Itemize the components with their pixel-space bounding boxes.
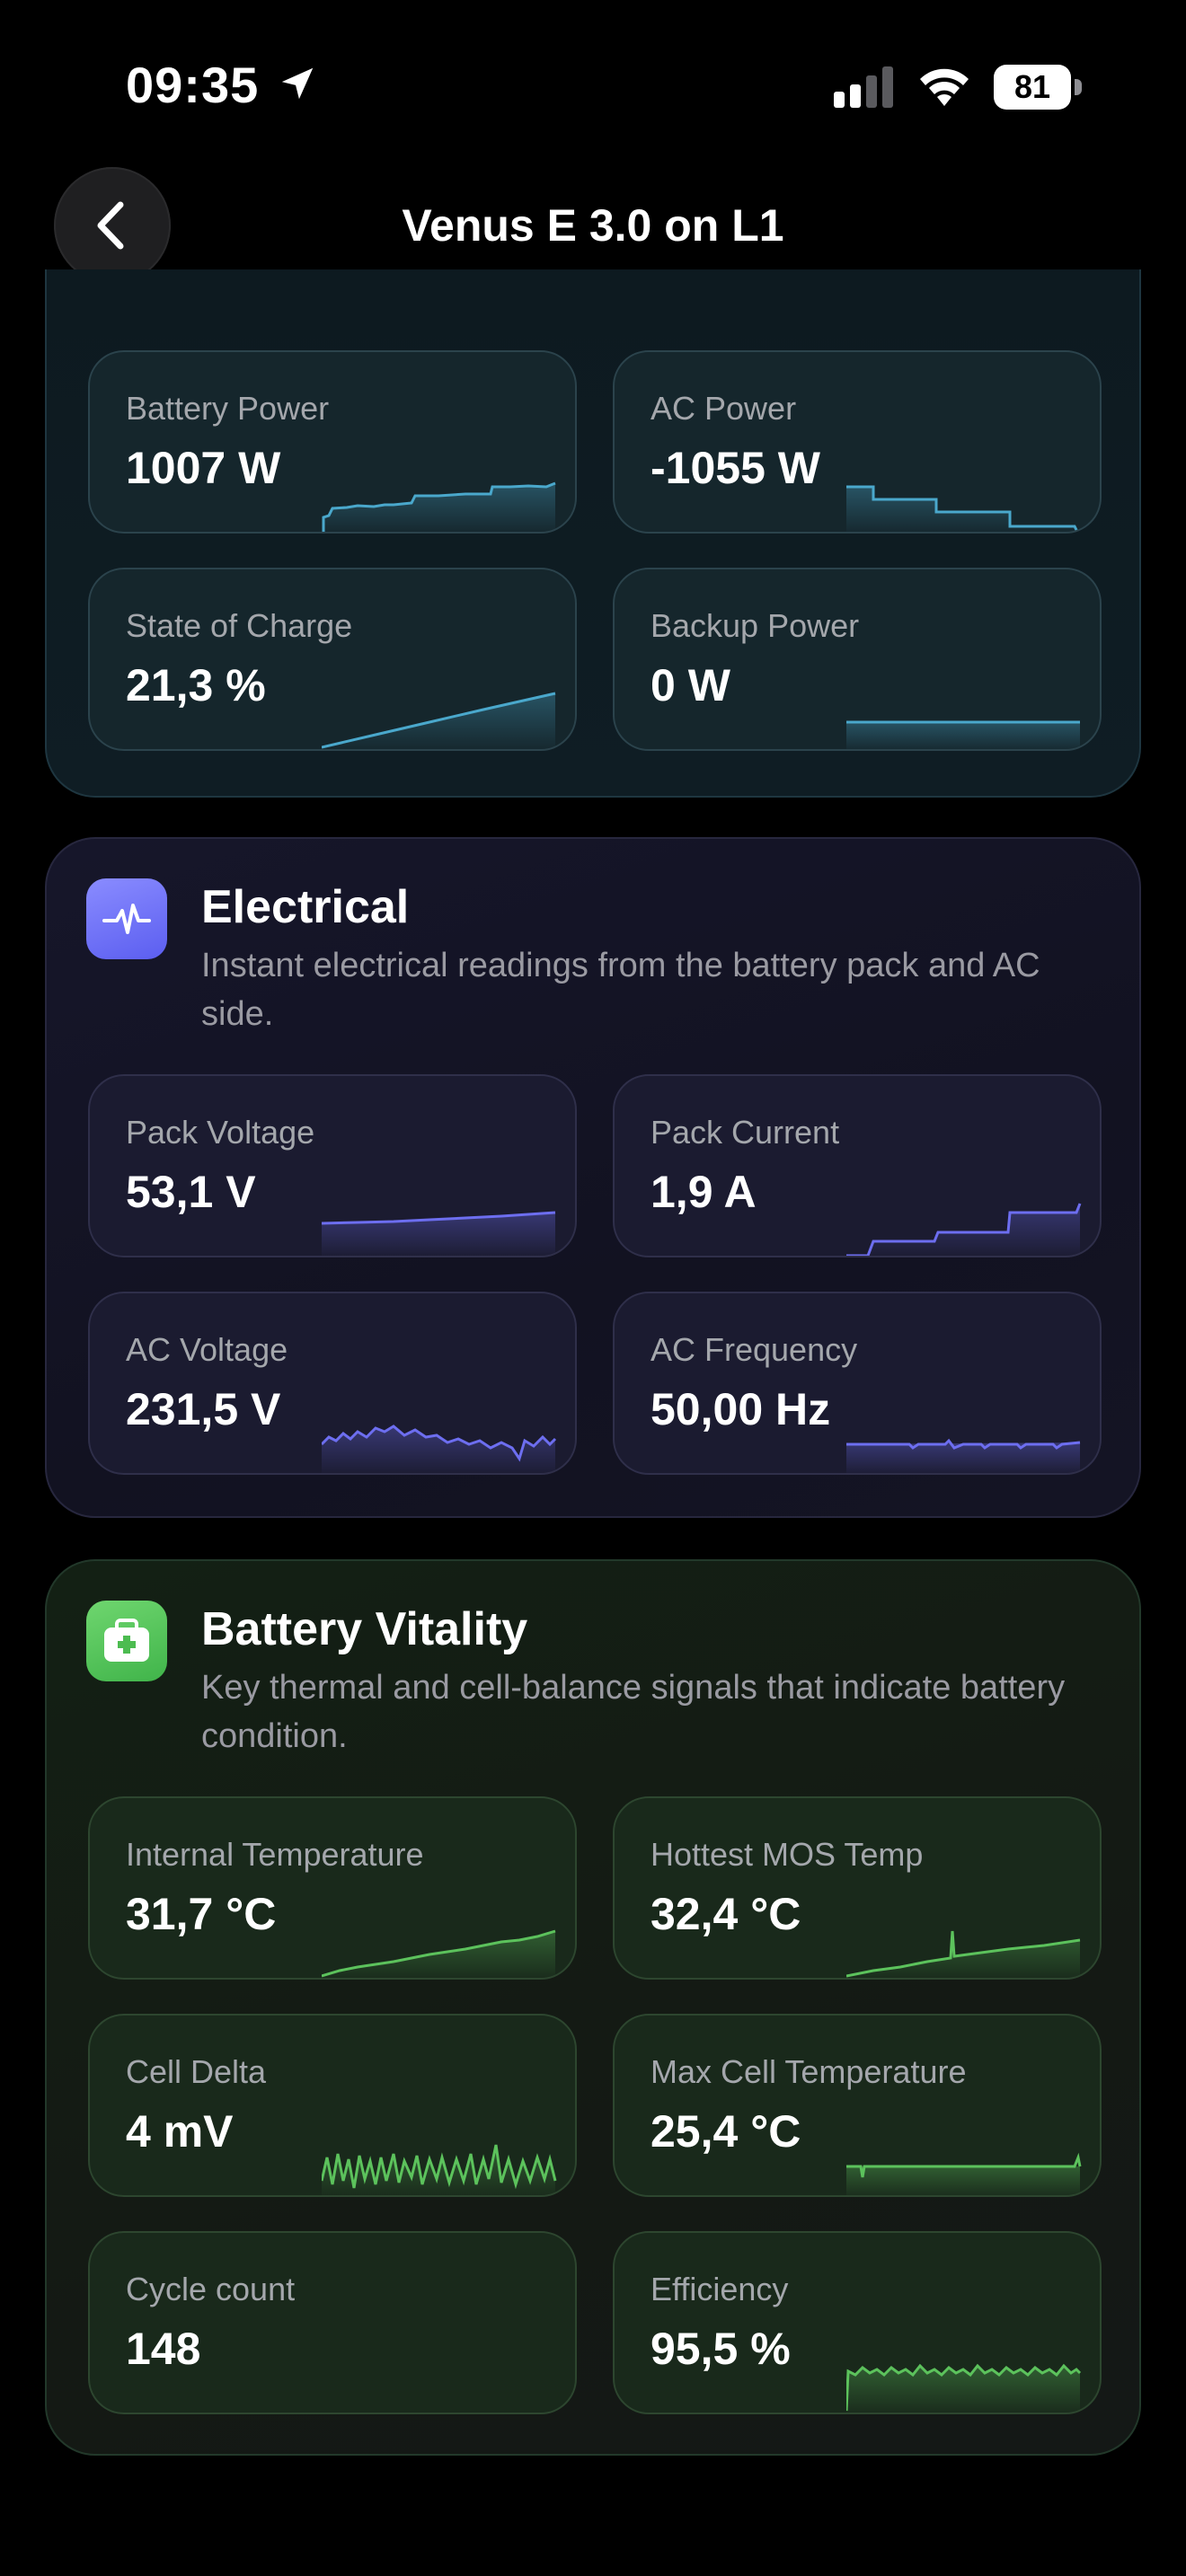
metric-card-efficiency[interactable]: Efficiency 95,5 % [613, 2231, 1102, 2414]
metric-value: 0 W [651, 660, 730, 710]
sparkline [846, 1203, 1082, 1256]
page-title: Venus E 3.0 on L1 [402, 200, 784, 251]
metric-label: Pack Current [651, 1114, 840, 1151]
metric-card-backup-power[interactable]: Backup Power 0 W [613, 568, 1102, 751]
metric-value: 1007 W [126, 443, 281, 493]
section-subtitle: Key thermal and cell-balance signals tha… [201, 1669, 1066, 1755]
metric-card-cycle-count[interactable]: Cycle count 148 [88, 2231, 577, 2414]
sparkline [322, 2144, 557, 2195]
sparkline [322, 1211, 556, 1256]
metric-label: Battery Power [126, 390, 330, 427]
sparkline [846, 485, 1079, 532]
metric-label: Pack Voltage [126, 1114, 315, 1151]
battery-indicator: 81 [994, 65, 1084, 110]
metric-label: State of Charge [126, 607, 353, 644]
metric-value: -1055 W [651, 443, 820, 493]
metric-value: 148 [126, 2324, 201, 2374]
sparkline [846, 2363, 1082, 2413]
metric-label: AC Voltage [126, 1331, 288, 1368]
metric-card-cell-delta[interactable]: Cell Delta 4 mV [88, 2014, 577, 2197]
sparkline [322, 1425, 557, 1473]
section-title: Electrical [201, 881, 410, 933]
metric-value: 1,9 A [651, 1167, 757, 1217]
metric-label: AC Frequency [651, 1331, 858, 1368]
wifi-icon [920, 68, 969, 106]
section-subtitle: Instant electrical readings from the bat… [201, 947, 1040, 1033]
metric-value: 53,1 V [126, 1167, 256, 1217]
sparkline [846, 1930, 1081, 1978]
metric-card-hottest-mos-temp[interactable]: Hottest MOS Temp 32,4 °C [613, 1796, 1102, 1980]
cellular-signal-icon [834, 66, 893, 108]
metric-card-pack-voltage[interactable]: Pack Voltage 53,1 V [88, 1074, 577, 1257]
battery-vitality-section: Battery Vitality Key thermal and cell-ba… [45, 1559, 1141, 2456]
metric-label: AC Power [651, 390, 797, 427]
metric-value: 4 mV [126, 2106, 234, 2157]
metric-value: 32,4 °C [651, 1889, 801, 1939]
metric-card-internal-temperature[interactable]: Internal Temperature 31,7 °C [88, 1796, 577, 1980]
metric-value: 231,5 V [126, 1384, 281, 1434]
sparkline [846, 2152, 1082, 2195]
section-title: Battery Vitality [201, 1603, 528, 1655]
metric-label: Internal Temperature [126, 1836, 424, 1873]
sparkline [322, 481, 556, 532]
metric-value: 21,3 % [126, 660, 266, 710]
sparkline [846, 720, 1080, 749]
sparkline [322, 692, 556, 749]
metric-card-ac-voltage[interactable]: AC Voltage 231,5 V [88, 1292, 577, 1475]
metric-card-pack-current[interactable]: Pack Current 1,9 A [613, 1074, 1102, 1257]
metric-card-max-cell-temperature[interactable]: Max Cell Temperature 25,4 °C [613, 2014, 1102, 2197]
metric-label: Efficiency [651, 2271, 789, 2307]
waveform-icon [86, 878, 167, 959]
metric-card-state-of-charge[interactable]: State of Charge 21,3 % [88, 568, 577, 751]
metric-label: Cell Delta [126, 2053, 267, 2090]
metric-value: 50,00 Hz [651, 1384, 831, 1434]
metric-label: Max Cell Temperature [651, 2053, 967, 2090]
metric-label: Cycle count [126, 2271, 296, 2307]
electrical-section: Electrical Instant electrical readings f… [45, 837, 1141, 1518]
status-bar: 09:35 81 [0, 0, 1186, 171]
metric-label: Hottest MOS Temp [651, 1836, 924, 1873]
metric-value: 25,4 °C [651, 2106, 801, 2157]
power-section: Battery Power 1007 W AC Power -1055 W St… [45, 269, 1141, 798]
medical-kit-icon [86, 1601, 167, 1681]
metric-label: Backup Power [651, 607, 860, 644]
metric-card-ac-frequency[interactable]: AC Frequency 50,00 Hz [613, 1292, 1102, 1475]
metric-value: 31,7 °C [126, 1889, 277, 1939]
sparkline [846, 1438, 1081, 1473]
status-time: 09:35 [126, 57, 260, 113]
battery-level: 81 [994, 65, 1071, 110]
location-arrow-icon [281, 67, 314, 100]
metric-value: 95,5 % [651, 2324, 791, 2374]
metric-card-battery-power[interactable]: Battery Power 1007 W [88, 350, 577, 534]
battery-nub [1075, 79, 1082, 95]
sparkline [322, 1929, 556, 1978]
metric-card-ac-power[interactable]: AC Power -1055 W [613, 350, 1102, 534]
